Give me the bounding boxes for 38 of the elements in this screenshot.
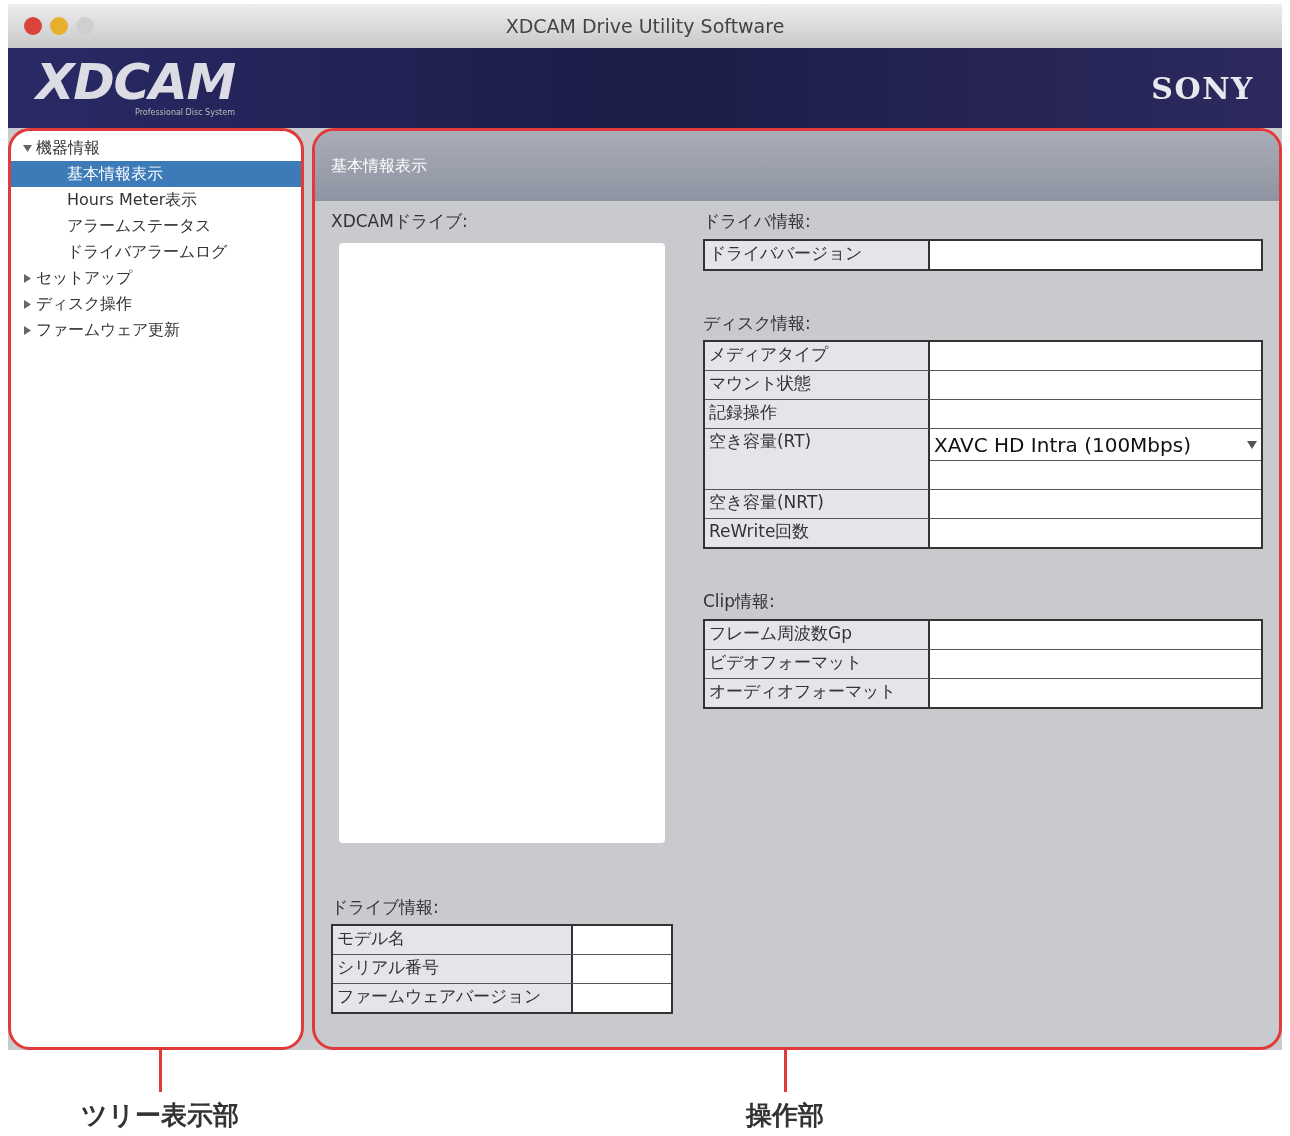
tree-item[interactable]: セットアップ <box>11 265 301 291</box>
table-label-cell: ドライババージョン <box>704 240 930 269</box>
tree-item[interactable]: Hours Meter表示 <box>11 187 301 213</box>
window-title: XDCAM Drive Utility Software <box>505 13 785 39</box>
table-label-cell: ファームウェアバージョン <box>333 984 573 1012</box>
caret-icon <box>1247 440 1257 449</box>
tree-item[interactable]: アラームステータス <box>11 213 301 239</box>
table-label-cell: ビデオフォーマット <box>704 649 930 678</box>
table-label-cell: メディアタイプ <box>704 342 930 370</box>
section-label: ディスク情報: <box>702 311 812 335</box>
tree-item[interactable]: ドライバアラームログ <box>11 239 301 265</box>
tagline: Professional Disc System <box>135 107 235 119</box>
brand-logo: SONY <box>1151 69 1254 108</box>
section-label: XDCAMドライブ: <box>331 210 469 233</box>
table-label-cell: 空き容量(RT) <box>704 429 930 489</box>
collapsed-triangle-icon[interactable] <box>23 273 32 283</box>
collapsed-triangle-icon[interactable] <box>23 299 32 309</box>
table-label-cell: モデル名 <box>333 926 573 954</box>
callout-label: 操作部 <box>746 1099 824 1132</box>
table-label-cell: オーディオフォーマット <box>704 678 930 707</box>
table-label-cell: シリアル番号 <box>333 955 573 983</box>
table-label-cell: マウント状態 <box>704 371 930 399</box>
tree-item[interactable]: 基本情報表示 <box>11 161 301 187</box>
close-button[interactable] <box>24 17 42 35</box>
table-label-cell: 空き容量(NRT) <box>704 490 930 518</box>
table-label-cell: フレーム周波数Gp <box>704 620 930 649</box>
expanded-triangle-icon[interactable] <box>23 143 32 153</box>
section-label: ドライブ情報: <box>331 895 440 919</box>
tree-item[interactable]: 機器情報 <box>11 135 301 161</box>
collapsed-triangle-icon[interactable] <box>23 325 32 335</box>
table-label-cell: 記録操作 <box>704 400 930 428</box>
table-label-cell: ReWrite回数 <box>704 519 930 547</box>
callout-label: ツリー表示部 <box>81 1099 239 1132</box>
section-label: ドライバ情報: <box>702 210 812 233</box>
section-label: Clip情報: <box>702 590 776 613</box>
tree-item[interactable]: ファームウェア更新 <box>11 317 301 343</box>
panel-title: 基本情報表示 <box>331 155 427 177</box>
tree-item[interactable]: ディスク操作 <box>11 291 301 317</box>
